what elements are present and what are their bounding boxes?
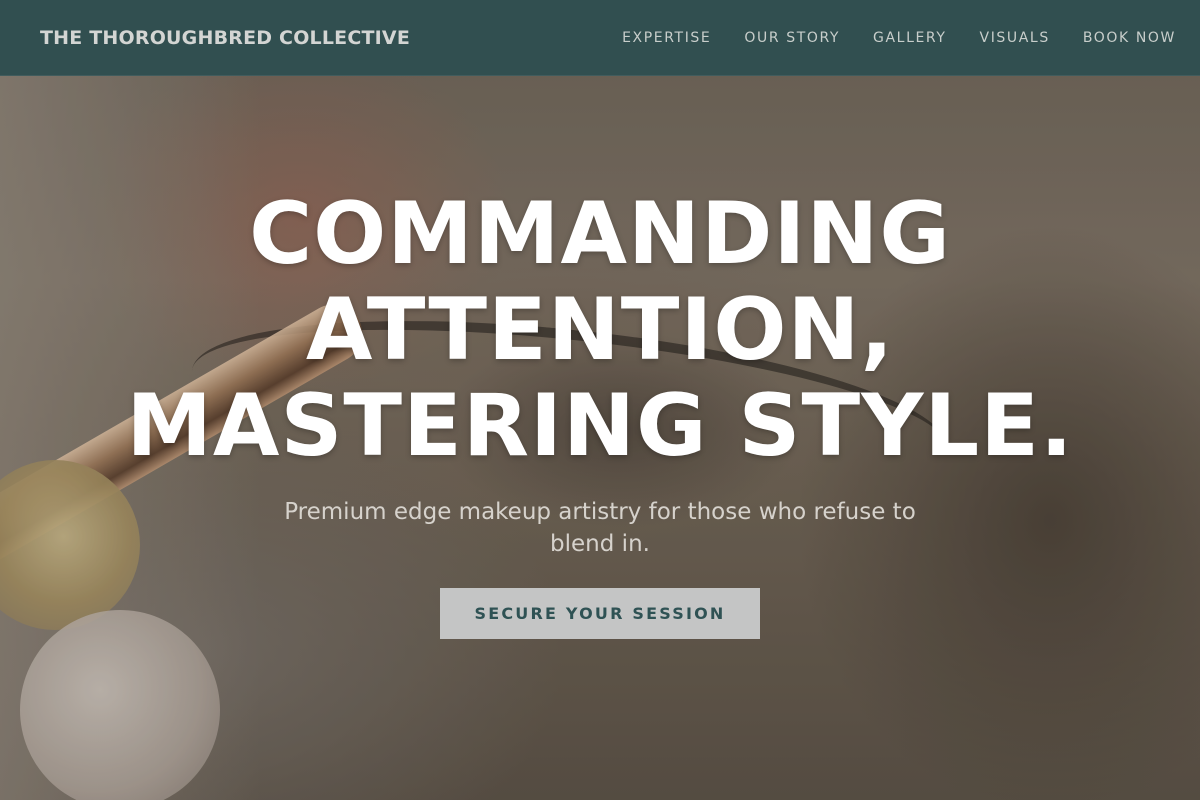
hero-headline: COMMANDING ATTENTION, MASTERING STYLE. (100, 186, 1100, 474)
nav-link-book-now[interactable]: BOOK NOW (1083, 30, 1176, 46)
headline-line-2: ATTENTION, (305, 280, 895, 380)
nav-link-expertise[interactable]: EXPERTISE (622, 30, 711, 46)
nav-links: EXPERTISE OUR STORY GALLERY VISUALS BOOK… (622, 30, 1176, 46)
landing-page: THE THOROUGHBRED COLLECTIVE EXPERTISE OU… (0, 0, 1200, 800)
headline-line-3: MASTERING STYLE. (126, 376, 1074, 476)
nav-link-visuals[interactable]: VISUALS (980, 30, 1050, 46)
headline-line-1: COMMANDING (249, 184, 951, 284)
nav-link-our-story[interactable]: OUR STORY (744, 30, 840, 46)
brand-logo-link[interactable]: THE THOROUGHBRED COLLECTIVE (40, 27, 410, 49)
hero-subtitle: Premium edge makeup artistry for those w… (284, 499, 916, 557)
secure-session-button[interactable]: SECURE YOUR SESSION (440, 588, 760, 639)
nav-link-gallery[interactable]: GALLERY (873, 30, 946, 46)
hero-section: COMMANDING ATTENTION, MASTERING STYLE. P… (0, 186, 1200, 639)
navbar: THE THOROUGHBRED COLLECTIVE EXPERTISE OU… (0, 0, 1200, 76)
